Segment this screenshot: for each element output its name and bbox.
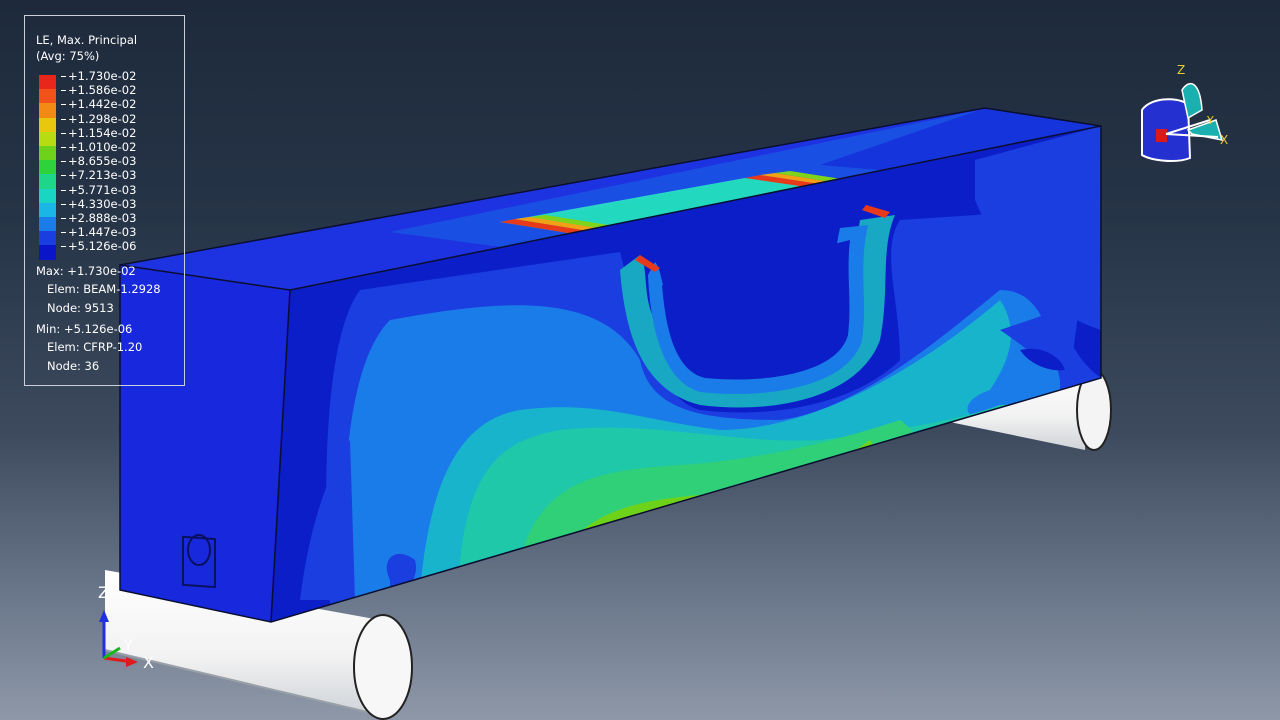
legend-swatch [39, 231, 56, 246]
legend-max-value: Max: +1.730e-02 [36, 264, 136, 278]
triad-main-x-label: X [143, 653, 154, 672]
legend-swatch [39, 75, 56, 90]
legend-level-label: +1.586e-02 [61, 83, 136, 97]
legend-min-elem: Elem: CFRP-1.20 [47, 340, 143, 354]
legend-level-label: +1.010e-02 [61, 140, 136, 154]
legend-swatch [39, 202, 56, 217]
triad-small-z-label: Z [1177, 63, 1185, 77]
legend-min-value: Min: +5.126e-06 [36, 322, 133, 336]
legend-max-elem: Elem: BEAM-1.2928 [47, 282, 161, 296]
legend-max-node: Node: 9513 [47, 301, 114, 315]
legend-swatch [39, 174, 56, 189]
legend-level-label: +4.330e-03 [61, 197, 136, 211]
legend-level-label: +1.298e-02 [61, 112, 136, 126]
legend-level-label: +1.154e-02 [61, 126, 136, 140]
legend-swatch [39, 89, 56, 104]
triad-small-y-label: Y [1206, 114, 1214, 127]
legend-swatch [39, 117, 56, 132]
triad-main-z-label: Z [98, 583, 109, 602]
legend-level-label: +2.888e-03 [61, 211, 136, 225]
legend-subtitle: (Avg: 75%) [36, 49, 100, 63]
triad-main-y-label: Y [123, 638, 133, 654]
legend-swatch [39, 103, 56, 118]
contour-legend: LE, Max. Principal (Avg: 75%) +1.730e-02… [24, 15, 185, 386]
legend-level-label: +1.447e-03 [61, 225, 136, 239]
legend-swatch [39, 188, 56, 203]
legend-swatch [39, 245, 56, 260]
legend-title: LE, Max. Principal [36, 33, 138, 47]
legend-level-label: +5.126e-06 [61, 239, 136, 253]
legend-level-label: +5.771e-03 [61, 183, 136, 197]
legend-swatch [39, 146, 56, 161]
view-triad-orientation: Z Y X [1141, 63, 1228, 163]
legend-swatch [39, 131, 56, 146]
legend-level-label: +1.442e-02 [61, 97, 136, 111]
legend-swatch [39, 217, 56, 232]
legend-level-label: +7.213e-03 [61, 168, 136, 182]
legend-level-label: +1.730e-02 [61, 69, 136, 83]
legend-swatch [39, 160, 56, 175]
triad-small-x-label: X [1220, 133, 1228, 147]
legend-min-node: Node: 36 [47, 359, 100, 373]
legend-level-label: +8.655e-03 [61, 154, 136, 168]
model-viewport[interactable]: Z Y X Z Y X [0, 0, 1280, 720]
